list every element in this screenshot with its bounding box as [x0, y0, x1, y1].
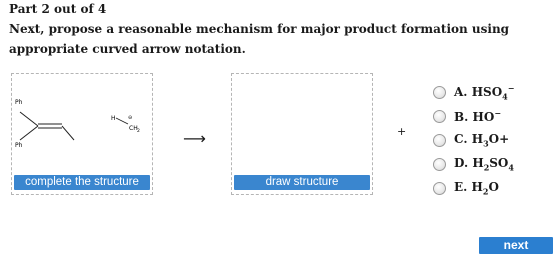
reactant-drawing-box[interactable]: Ph Ph H ⊖ CH 2 complete the structure: [11, 73, 153, 195]
bond-methyl: [61, 125, 75, 141]
option-e[interactable]: E. H2O: [433, 176, 514, 200]
option-c-formula: O+: [488, 131, 510, 146]
option-d-sub: 4: [508, 162, 514, 173]
option-b-formula: HO: [472, 110, 495, 124]
bond-h-c: [115, 117, 129, 125]
option-e-pre: H: [471, 179, 483, 194]
product-drawing-box[interactable]: draw structure: [231, 73, 373, 195]
option-a[interactable]: A. HSO4−: [433, 80, 514, 104]
option-d-letter: D.: [454, 155, 469, 170]
option-b-label: B. HO−: [454, 108, 501, 124]
answer-options: A. HSO4− B. HO− C. H3O+ D. H2SO4 E. H2O: [433, 80, 514, 200]
bond-ph-top: [19, 111, 39, 127]
option-a-letter: A.: [454, 84, 468, 99]
ch2-subscript: 2: [137, 128, 140, 134]
option-e-formula: O: [488, 179, 499, 194]
ph-bottom-label: Ph: [15, 142, 23, 149]
option-d-pre: H: [472, 155, 484, 170]
option-d-label: D. H2SO4: [454, 156, 514, 172]
option-c-label: C. H3O+: [454, 132, 509, 148]
option-c-pre: H: [471, 131, 484, 146]
option-e-radio[interactable]: [433, 181, 446, 195]
option-a-radio[interactable]: [433, 85, 446, 99]
option-c-radio[interactable]: [433, 133, 446, 147]
option-b-sup: −: [494, 108, 502, 118]
option-b-radio[interactable]: [433, 109, 446, 123]
draw-structure-button[interactable]: draw structure: [234, 175, 370, 190]
option-a-label: A. HSO4−: [454, 83, 514, 101]
part-indicator: Part 2 out of 4: [9, 2, 107, 16]
option-b[interactable]: B. HO−: [433, 104, 514, 128]
reaction-arrow: ⟶: [183, 129, 206, 148]
question-text: Next, propose a reasonable mechanism for…: [9, 22, 510, 56]
option-d-radio[interactable]: [433, 157, 446, 171]
option-a-sup: −: [507, 82, 515, 93]
plus-sign: +: [397, 125, 407, 138]
next-button[interactable]: next: [479, 237, 553, 254]
option-a-formula: HSO: [471, 84, 503, 99]
option-c-letter: C.: [454, 131, 468, 146]
ph-top-label: Ph: [15, 99, 23, 106]
complete-structure-button[interactable]: complete the structure: [14, 175, 150, 190]
option-e-letter: E.: [454, 179, 468, 194]
option-b-letter: B.: [454, 110, 469, 124]
h-label: H: [111, 115, 116, 122]
option-d-formula: SO: [489, 155, 509, 170]
charge-label: ⊖: [128, 115, 132, 121]
option-c[interactable]: C. H3O+: [433, 128, 514, 152]
option-d[interactable]: D. H2SO4: [433, 152, 514, 176]
option-e-label: E. H2O: [454, 180, 499, 196]
bond-ph-bottom: [19, 125, 39, 141]
